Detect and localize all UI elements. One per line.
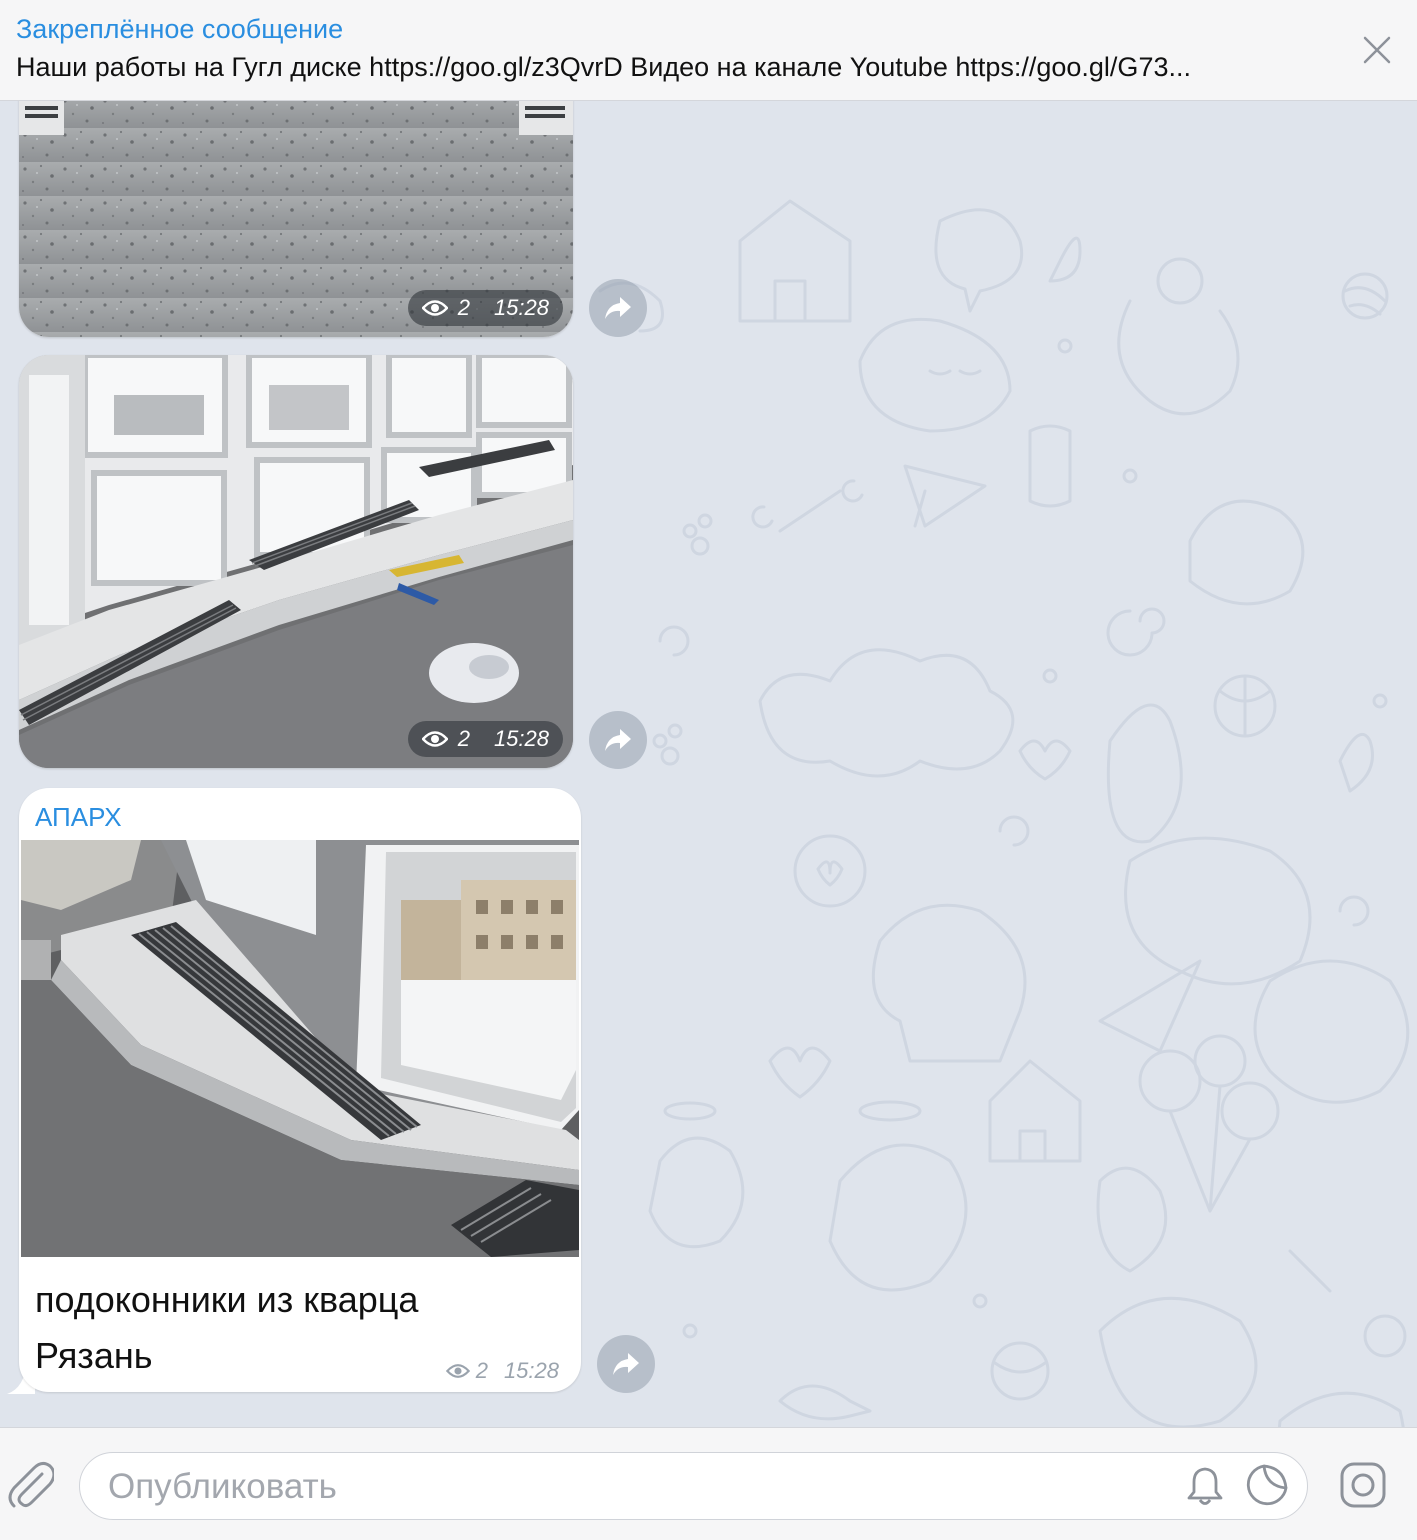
share-arrow-icon — [613, 1353, 639, 1375]
paperclip-icon[interactable] — [6, 1458, 54, 1510]
caption-line-1: подоконники из кварца — [35, 1279, 419, 1320]
message-input-wrapper[interactable] — [79, 1452, 1308, 1520]
view-count: 2 — [457, 726, 470, 751]
camera-square-icon[interactable] — [1338, 1460, 1388, 1510]
view-count: 2 — [457, 295, 470, 320]
share-button[interactable] — [589, 711, 647, 769]
message-time: 15:28 — [503, 1358, 559, 1383]
post-message[interactable]: АПАРХ подоконники из кварца Рязань 2 15:… — [19, 788, 581, 1392]
message-time: 15:28 — [493, 726, 549, 751]
close-icon[interactable] — [1361, 34, 1393, 66]
post-author[interactable]: АПАРХ — [35, 802, 122, 833]
photo-curved-window-sill — [19, 355, 573, 768]
eye-icon — [445, 1364, 470, 1378]
photo-message[interactable]: 2 15:28 — [19, 60, 573, 337]
pinned-text[interactable]: Наши работы на Гугл диске https://goo.gl… — [16, 52, 1336, 83]
message-input[interactable] — [106, 1463, 1160, 1511]
sticker-icon[interactable] — [1246, 1464, 1288, 1506]
share-button[interactable] — [597, 1335, 655, 1393]
post-photo[interactable] — [21, 840, 579, 1257]
eye-icon — [421, 731, 448, 747]
pinned-title: Закреплённое сообщение — [16, 14, 344, 44]
pinned-message-bar[interactable]: Закреплённое сообщение Наши работы на Гу… — [0, 0, 1417, 101]
view-count: 2 — [475, 1358, 488, 1383]
bell-icon[interactable] — [1186, 1466, 1224, 1506]
message-time: 15:28 — [493, 295, 549, 320]
eye-icon — [421, 300, 448, 316]
message-meta: 2 15:28 — [445, 1358, 559, 1384]
share-button[interactable] — [589, 279, 647, 337]
message-meta: 2 15:28 — [407, 290, 563, 326]
photo-window-sill-grille — [21, 840, 579, 1257]
message-meta: 2 15:28 — [407, 721, 563, 757]
share-arrow-icon — [605, 297, 631, 319]
share-arrow-icon — [605, 729, 631, 751]
photo-message[interactable]: 2 15:28 — [19, 355, 573, 768]
